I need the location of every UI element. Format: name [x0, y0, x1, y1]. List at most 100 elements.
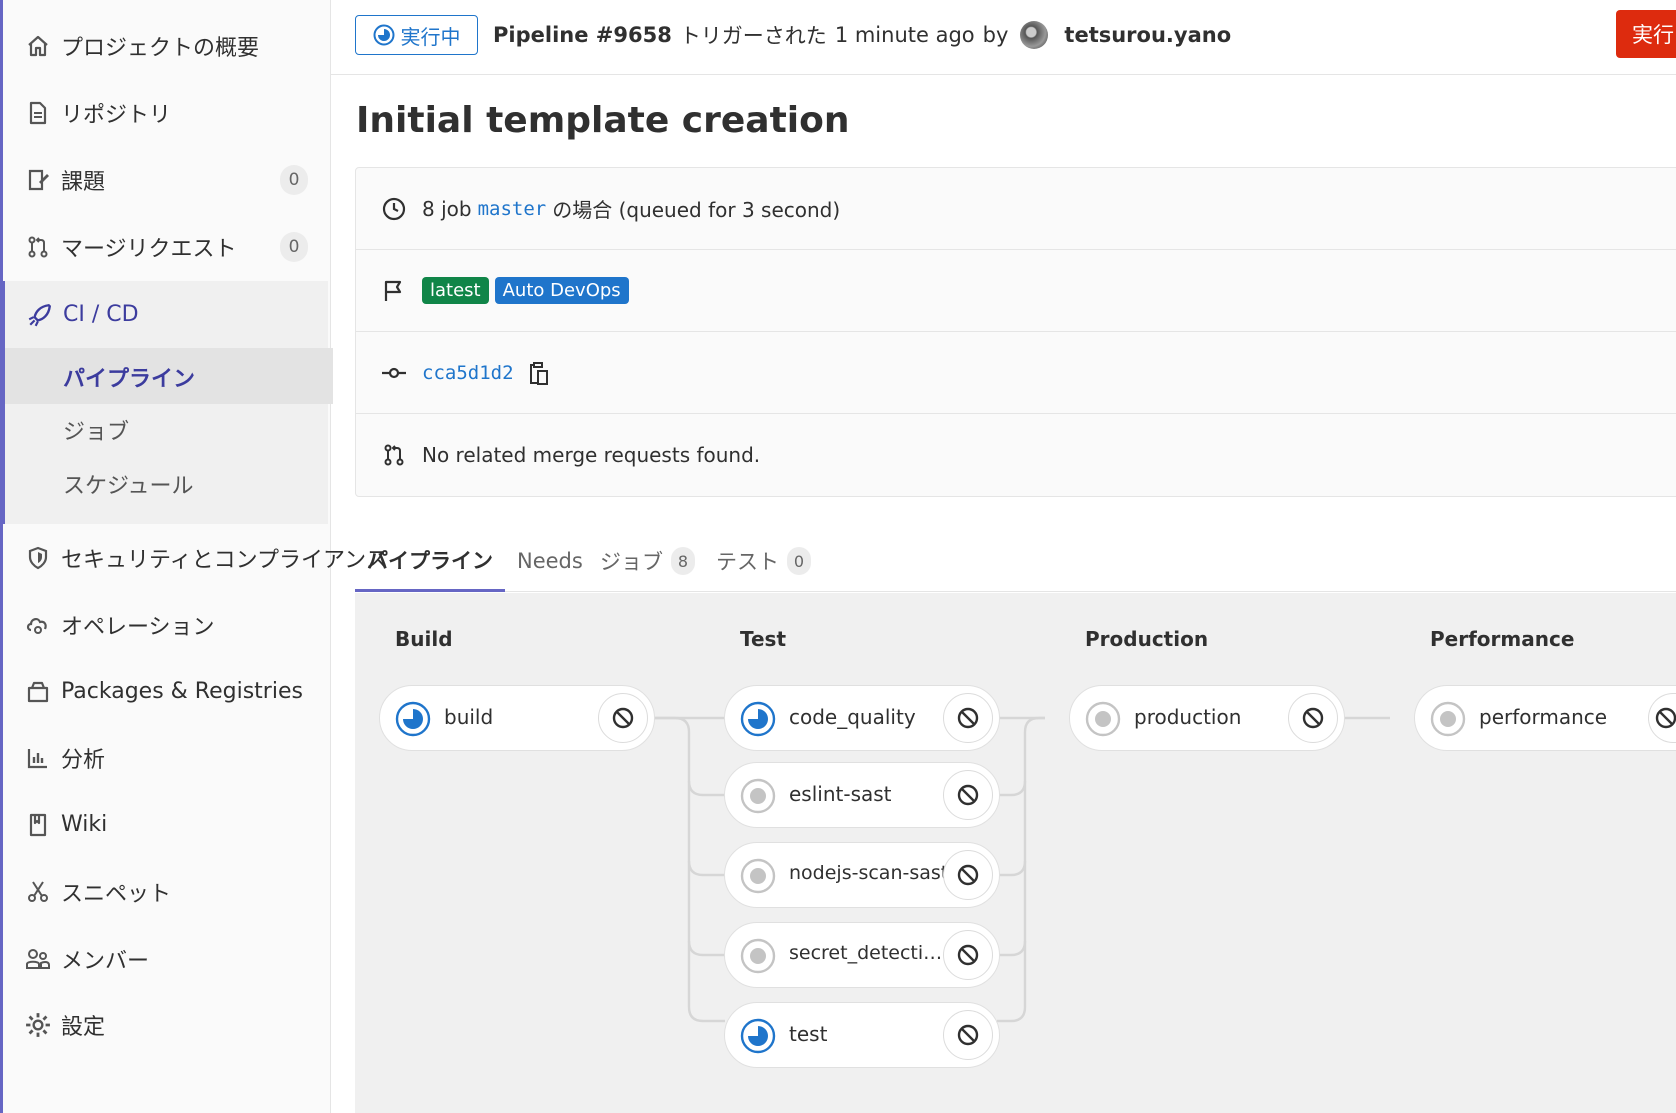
pipeline-status-badge[interactable]: 実行中	[355, 15, 478, 55]
branch-link[interactable]: master	[478, 198, 547, 220]
cancel-icon	[957, 707, 979, 729]
pending-status-icon	[740, 938, 776, 974]
merge-request-icon	[25, 234, 51, 260]
sidebar-item-repository[interactable]: リポジトリ	[3, 79, 331, 146]
sidebar-subitem-schedules[interactable]: スケジュール	[63, 468, 193, 500]
latest-badge: latest	[422, 277, 489, 304]
user-link[interactable]: tetsurou.yano	[1064, 23, 1231, 47]
cancel-icon	[1655, 707, 1676, 729]
cancel-icon	[957, 944, 979, 966]
running-status-icon	[740, 1018, 776, 1054]
merge-requests-row: No related merge requests found.	[356, 414, 1676, 496]
page-title: Initial template creation	[356, 100, 850, 141]
tab-tests[interactable]: テスト 0	[716, 530, 811, 592]
merge-requests-count-badge: 0	[280, 231, 308, 262]
sidebar-item-merge-requests[interactable]: マージリクエスト 0	[3, 213, 331, 280]
rocket-icon	[27, 302, 53, 328]
cancel-icon	[612, 707, 634, 729]
pending-status-icon	[740, 778, 776, 814]
book-icon	[25, 812, 51, 838]
job-eslint-sast[interactable]: eslint-sast	[724, 762, 1000, 828]
by-text: by	[982, 23, 1009, 47]
cancel-job-button[interactable]	[943, 930, 993, 980]
sidebar-subitem-pipelines[interactable]: パイプライン	[63, 361, 195, 393]
job-code-quality[interactable]: code_quality	[724, 685, 1000, 751]
cancel-job-button[interactable]	[1288, 693, 1338, 743]
cancel-job-button[interactable]	[598, 693, 648, 743]
sidebar-item-members[interactable]: メンバー	[3, 925, 331, 992]
cancel-icon	[957, 864, 979, 886]
sidebar-item-issues[interactable]: 課題 0	[3, 146, 331, 213]
pending-status-icon	[740, 858, 776, 894]
document-icon	[25, 100, 51, 126]
triggered-time: 1 minute ago	[834, 23, 975, 47]
job-performance[interactable]: performance	[1414, 685, 1676, 751]
cloud-gear-icon	[25, 612, 51, 638]
sidebar-item-snippets[interactable]: スニペット	[3, 858, 331, 925]
sidebar-item-project-overview[interactable]: プロジェクトの概要	[3, 12, 331, 79]
pipeline-summary: Pipeline #9658 トリガーされた 1 minute ago by t…	[493, 20, 1231, 50]
sidebar-item-settings[interactable]: 設定	[3, 991, 331, 1058]
sidebar-item-security[interactable]: セキュリティとコンプライアンス	[3, 524, 388, 591]
job-nodejs-scan-sast[interactable]: nodejs-scan-sast	[724, 842, 1000, 908]
job-secret-detection[interactable]: secret_detectio...	[724, 922, 1000, 988]
cancel-job-button[interactable]	[943, 693, 993, 743]
chart-icon	[25, 745, 51, 771]
pending-status-icon	[1430, 701, 1466, 737]
cancel-icon	[1302, 707, 1324, 729]
no-merge-requests-text: No related merge requests found.	[422, 443, 761, 467]
clock-icon	[381, 196, 407, 222]
job-production[interactable]: production	[1069, 685, 1345, 751]
cancel-job-button[interactable]	[1648, 693, 1676, 743]
sidebar-item-cicd[interactable]: CI / CD	[5, 281, 333, 348]
pipeline-id: Pipeline #9658	[493, 23, 672, 47]
cicd-section: CI / CD パイプライン ジョブ スケジュール	[0, 281, 333, 524]
job-build[interactable]: build	[379, 685, 655, 751]
pipeline-tabs: パイプライン Needs ジョブ 8 テスト 0	[355, 530, 1676, 592]
merge-request-icon	[381, 442, 407, 468]
tests-count-badge: 0	[787, 547, 811, 575]
job-dependency-links	[652, 716, 1390, 1023]
flag-icon	[381, 278, 407, 304]
tab-needs[interactable]: Needs	[517, 530, 583, 592]
commit-sha-link[interactable]: cca5d1d2	[422, 362, 514, 384]
cancel-icon	[957, 1024, 979, 1046]
queued-text: の場合 (queued for 3 second)	[552, 198, 841, 222]
badges-row: latest Auto DevOps	[356, 250, 1676, 332]
jobs-info-row: 8 job master の場合 (queued for 3 second)	[356, 168, 1676, 250]
commit-icon	[381, 360, 407, 386]
issues-count-badge: 0	[280, 164, 308, 195]
sidebar-item-wiki[interactable]: Wiki	[3, 791, 331, 858]
auto-devops-badge[interactable]: Auto DevOps	[494, 277, 629, 304]
gear-icon	[25, 1012, 51, 1038]
avatar[interactable]	[1020, 21, 1049, 49]
tab-pipeline[interactable]: パイプライン	[355, 530, 505, 592]
tab-jobs[interactable]: ジョブ 8	[600, 530, 695, 592]
issues-icon	[25, 167, 51, 193]
cancel-icon	[957, 784, 979, 806]
sidebar: プロジェクトの概要 リポジトリ 課題 0 マージリクエスト 0 CI / CD …	[0, 0, 388, 1113]
sidebar-item-operations[interactable]: オペレーション	[3, 591, 331, 658]
running-status-icon	[373, 24, 394, 46]
jobs-count-text: 8 job	[422, 196, 472, 221]
home-icon	[25, 33, 51, 59]
copy-clipboard-icon[interactable]	[528, 361, 550, 385]
pipeline-graph: Build Test Production Performance build …	[355, 593, 1676, 1113]
users-icon	[25, 946, 51, 972]
commit-row: cca5d1d2	[356, 332, 1676, 414]
pending-status-icon	[1085, 701, 1121, 737]
stage-title-build: Build	[395, 627, 453, 651]
cancel-job-button[interactable]	[943, 770, 993, 820]
pipeline-info-card: 8 job master の場合 (queued for 3 second) l…	[355, 167, 1676, 497]
package-icon	[25, 679, 51, 705]
sidebar-subitem-jobs[interactable]: ジョブ	[63, 414, 129, 446]
running-status-icon	[395, 701, 431, 737]
sidebar-item-analytics[interactable]: 分析	[3, 724, 331, 791]
shield-icon	[25, 545, 51, 571]
cancel-job-button[interactable]	[943, 1010, 993, 1060]
sidebar-item-packages[interactable]: Packages & Registries	[3, 658, 331, 725]
header-action-button[interactable]: 実行中	[1616, 10, 1676, 58]
running-status-icon	[740, 701, 776, 737]
job-test[interactable]: test	[724, 1002, 1000, 1068]
cancel-job-button[interactable]	[943, 850, 993, 900]
